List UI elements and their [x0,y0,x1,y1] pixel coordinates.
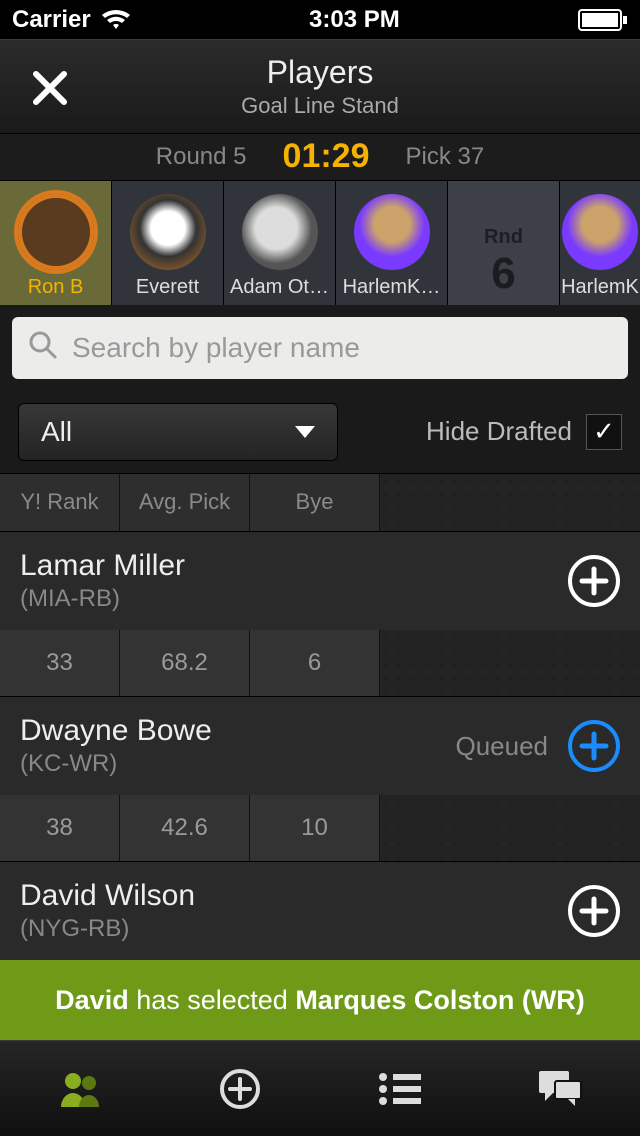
player-row[interactable]: Lamar Miller (MIA-RB) 33 68.2 6 [0,531,640,696]
stat-bye: 6 [250,630,380,696]
position-dropdown[interactable]: All [18,403,338,461]
tab-list[interactable] [320,1041,480,1136]
stat-bye: 10 [250,795,380,861]
player-name: Dwayne Bowe [20,714,455,748]
tab-team[interactable] [0,1041,160,1136]
avatar [130,194,206,270]
carrier-label: Carrier [12,6,91,34]
search-area [0,305,640,391]
player-name: Lamar Miller [20,549,568,583]
header: Players Goal Line Stand [0,39,640,133]
page-title: Players [0,54,640,91]
tab-add[interactable] [160,1041,320,1136]
search-icon [28,330,58,365]
player-team: (KC-WR) [20,750,455,778]
add-player-button[interactable] [568,555,620,607]
stat-rank: 33 [0,630,120,696]
player-team: (NYG-RB) [20,915,568,943]
drafter-strip[interactable]: Ron B Everett Adam Ot… HarlemK… Rnd 6 Ha… [0,180,640,305]
search-input[interactable] [72,332,612,364]
round-marker-label: Rnd [484,226,523,249]
draft-timer: 01:29 [283,137,370,176]
toast-mid: has selected [129,985,296,1015]
close-button[interactable] [26,64,74,112]
queued-label: Queued [455,731,548,762]
drafter-harlem-1[interactable]: HarlemK… [336,181,448,305]
player-row[interactable]: David Wilson (NYG-RB) [0,861,640,960]
drafter-harlem-2[interactable]: HarlemK [560,181,640,305]
round-label: Round 5 [156,143,247,171]
player-row[interactable]: Dwayne Bowe (KC-WR) Queued 38 42.6 10 [0,696,640,861]
round-info: Round 5 01:29 Pick 37 [0,133,640,180]
add-player-button[interactable] [568,720,620,772]
avatar [562,194,638,270]
dropdown-label: All [41,416,72,448]
drafter-name: Ron B [28,276,84,299]
col-bye[interactable]: Bye [250,474,380,532]
stat-avg: 68.2 [120,630,250,696]
selection-toast: David has selected Marques Colston (WR) [0,960,640,1040]
search-field[interactable] [12,317,628,379]
status-time: 3:03 PM [309,6,400,34]
tab-bar [0,1040,640,1136]
round-marker-number: 6 [491,249,515,299]
round-marker: Rnd 6 [448,181,560,305]
hide-drafted-toggle[interactable]: Hide Drafted ✓ [426,414,622,450]
drafter-name: Adam Ot… [230,276,329,299]
drafter-ron-b[interactable]: Ron B [0,181,112,305]
player-name: David Wilson [20,879,568,913]
col-avg[interactable]: Avg. Pick [120,474,250,532]
drafter-name: HarlemK… [343,276,441,299]
checkbox-checked-icon[interactable]: ✓ [586,414,622,450]
drafter-everett[interactable]: Everett [112,181,224,305]
tab-chat[interactable] [480,1041,640,1136]
stat-avg: 42.6 [120,795,250,861]
filter-row: All Hide Drafted ✓ [0,391,640,473]
toast-target: Marques Colston (WR) [295,985,585,1015]
drafter-adam[interactable]: Adam Ot… [224,181,336,305]
avatar [242,194,318,270]
player-team: (MIA-RB) [20,585,568,613]
add-player-button[interactable] [568,885,620,937]
page-subtitle: Goal Line Stand [0,93,640,119]
battery-icon [578,9,628,31]
hide-drafted-label: Hide Drafted [426,416,572,447]
avatar [354,194,430,270]
col-rank[interactable]: Y! Rank [0,474,120,532]
status-bar: Carrier 3:03 PM [0,0,640,39]
wifi-icon [101,9,131,31]
chevron-down-icon [295,426,315,438]
avatar [18,194,94,270]
drafter-name: Everett [136,276,199,299]
drafter-name: HarlemK [561,276,639,299]
toast-actor: David [55,985,129,1015]
stat-rank: 38 [0,795,120,861]
column-header: Y! Rank Avg. Pick Bye [0,473,640,532]
pick-label: Pick 37 [406,143,485,171]
